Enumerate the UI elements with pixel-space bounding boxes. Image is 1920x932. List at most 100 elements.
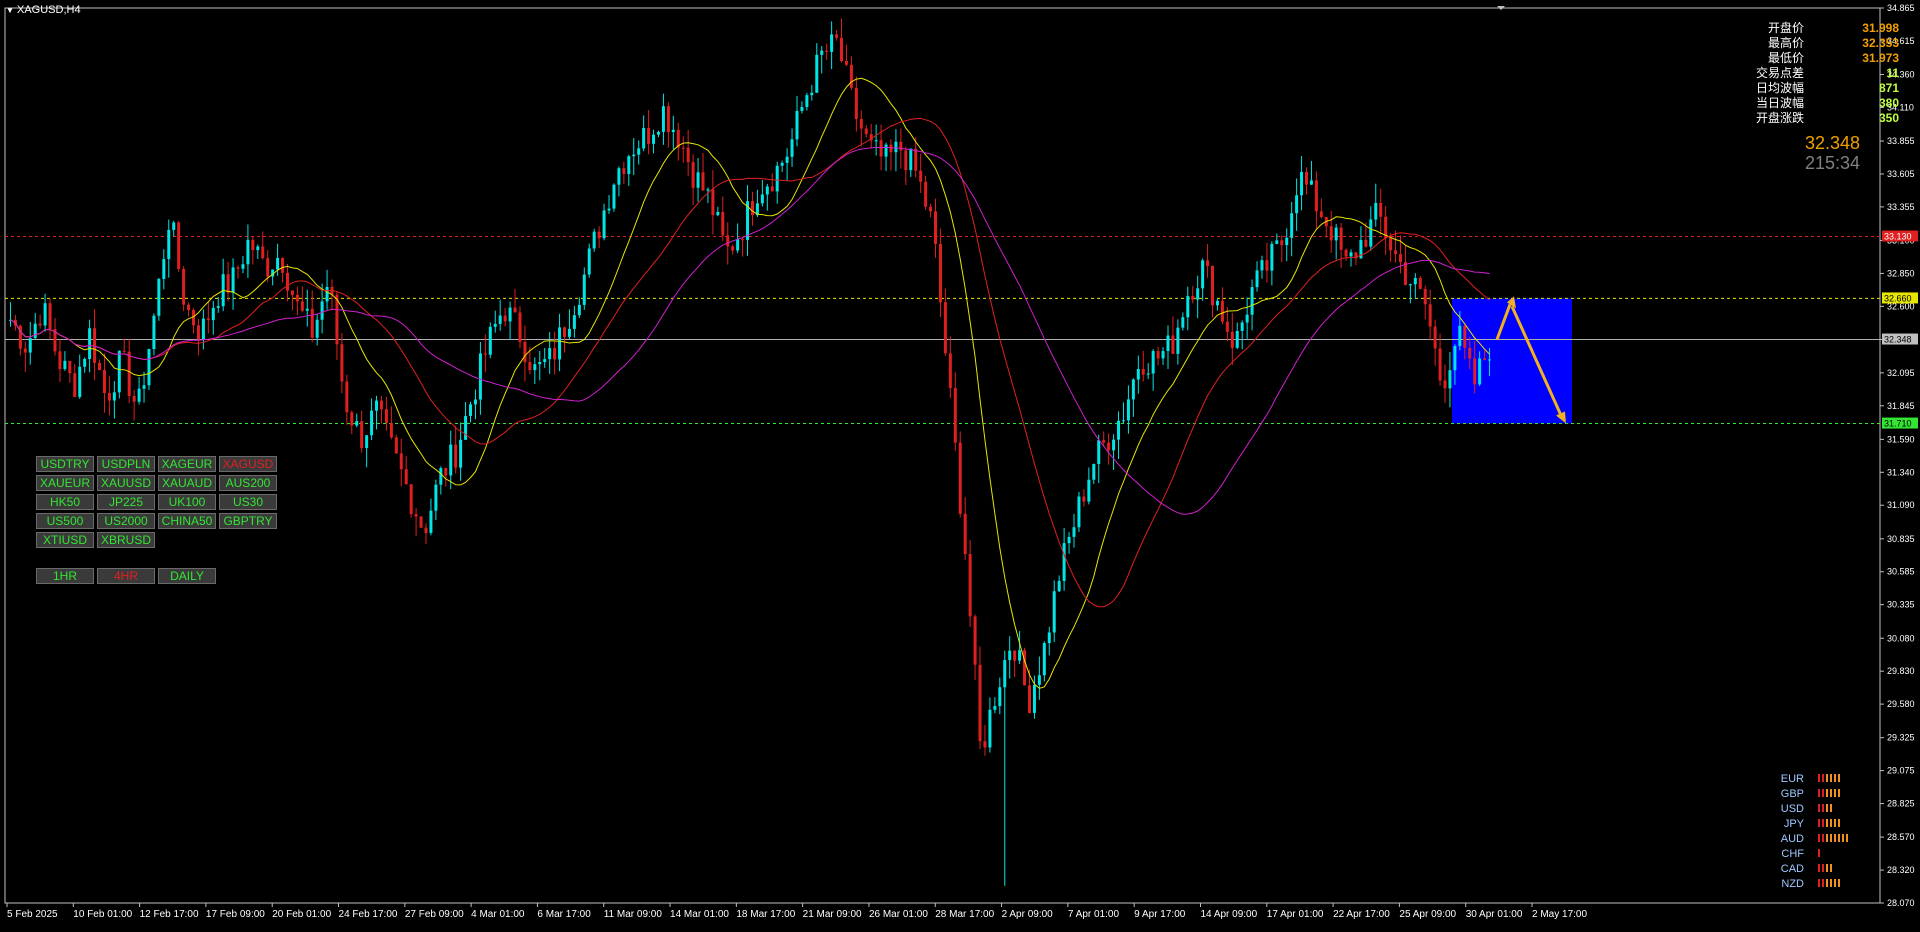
symbol-button-uk100[interactable]: UK100 (158, 494, 216, 510)
candle-body (177, 222, 181, 269)
candle-body (765, 186, 769, 195)
y-tick-label: 29.325 (1887, 733, 1915, 743)
y-tick-label: 29.580 (1887, 699, 1915, 709)
strength-bar (1826, 819, 1828, 827)
timeframe-button-daily[interactable]: DAILY (158, 568, 216, 584)
strength-bar (1826, 774, 1828, 782)
chart-window[interactable]: 34.865 34.615 34.360 34.110 33.855 33.605 33.3… (0, 0, 1920, 927)
symbol-button-jp225[interactable]: JP225 (97, 494, 155, 510)
candle-body (355, 421, 359, 426)
info-value: 350 (1878, 111, 1899, 125)
candle-body (750, 201, 754, 216)
info-value: 871 (1878, 81, 1899, 95)
x-tick-label: 5 Feb 2025 (7, 909, 58, 920)
candle-body (147, 348, 151, 386)
candle-body (1260, 260, 1264, 271)
symbol-button-xtiusd[interactable]: XTIUSD (36, 532, 94, 548)
timeframe-button-1hr[interactable]: 1HR (36, 568, 94, 584)
symbol-button-xauusd[interactable]: XAUUSD (97, 475, 155, 491)
candle-body (399, 453, 403, 470)
current-price-display: 32.348 (1804, 133, 1860, 153)
candle-body (1146, 373, 1150, 375)
moving-average-line (10, 117, 1490, 608)
symbol-button-usdpln[interactable]: USDPLN (97, 456, 155, 472)
strength-bar (1822, 864, 1824, 872)
candle-body (478, 353, 482, 400)
strength-bars (1818, 847, 1822, 861)
symbol-button-aus200[interactable]: AUS200 (219, 475, 277, 491)
strength-bars (1818, 862, 1834, 876)
candle-body (934, 211, 937, 244)
strength-bar (1834, 879, 1836, 887)
info-label: 开盘涨跌 (1755, 111, 1804, 125)
candle-body (375, 400, 379, 411)
info-value: 31.998 (1862, 21, 1899, 35)
strength-bar (1842, 834, 1844, 842)
candle-body (48, 303, 52, 330)
candle-body (993, 706, 997, 710)
symbol-button-xagusd[interactable]: XAGUSD (219, 456, 277, 472)
y-tick-label: 30.835 (1887, 534, 1915, 544)
symbol-button-xaueur[interactable]: XAUEUR (36, 475, 94, 491)
symbol-button-china50[interactable]: CHINA50 (158, 513, 216, 529)
candle-body (1458, 325, 1462, 347)
candle-body (1344, 249, 1348, 257)
candle-body (1151, 351, 1155, 374)
strength-bar (1822, 834, 1824, 842)
symbol-button-hk50[interactable]: HK50 (36, 494, 94, 510)
candle-body (983, 741, 987, 748)
symbol-timeframe-label: XAGUSD,H4 (16, 4, 81, 16)
candle-body (548, 348, 552, 360)
candle-body (656, 131, 660, 135)
candle-body (117, 350, 121, 393)
candle-body (236, 267, 240, 269)
symbol-button-xbrusd[interactable]: XBRUSD (97, 532, 155, 548)
candle-body (671, 129, 675, 133)
info-label: 最高价 (1767, 36, 1804, 50)
symbol-button-xageur[interactable]: XAGEUR (158, 456, 216, 472)
candle-body (1225, 321, 1229, 332)
candle-body (276, 257, 280, 270)
candle-body (157, 278, 161, 316)
strength-bars (1818, 817, 1842, 831)
candle-body (211, 307, 215, 321)
candle-body (642, 128, 646, 149)
candle-body (686, 147, 690, 163)
candle-body (464, 415, 468, 440)
symbol-button-gbptry[interactable]: GBPTRY (219, 513, 277, 529)
candle-body (711, 189, 715, 216)
symbol-button-us2000[interactable]: US2000 (97, 513, 155, 529)
candle-body (859, 118, 863, 129)
symbol-button-usdtry[interactable]: USDTRY (36, 456, 94, 472)
info-label: 开盘价 (1767, 21, 1804, 35)
symbol-button-us500[interactable]: US500 (36, 513, 94, 529)
candle-body (384, 409, 388, 423)
symbol-button-xauaud[interactable]: XAUAUD (158, 475, 216, 491)
candle-body (1334, 227, 1338, 241)
candle-body (310, 308, 314, 338)
candle-body (1161, 351, 1165, 359)
candle-body (132, 395, 136, 402)
candle-body (93, 328, 97, 363)
y-tick-label: 32.095 (1887, 368, 1915, 378)
candle-body (1131, 379, 1135, 400)
dropdown-icon[interactable]: ▼ (6, 6, 14, 15)
x-tick-label: 20 Feb 01:00 (272, 909, 331, 920)
price-chart[interactable]: 34.86534.61534.36034.11033.85533.60533.3… (0, 0, 1920, 927)
candle-body (335, 294, 339, 345)
timeframe-button-4hr[interactable]: 4HR (97, 568, 155, 584)
candle-body (543, 359, 547, 362)
candle-body (281, 257, 285, 273)
symbol-button-us30[interactable]: US30 (219, 494, 277, 510)
candle-body (790, 139, 794, 157)
candle-body (1305, 172, 1308, 185)
currency-label: JPY (1783, 818, 1804, 830)
candle-body (854, 87, 858, 119)
candle-body (998, 687, 1002, 707)
candle-body (1156, 351, 1160, 359)
candle-body (226, 274, 230, 293)
candle-body (1240, 322, 1244, 331)
candle-body (577, 304, 581, 316)
strength-bar (1830, 864, 1832, 872)
candle-body (1428, 304, 1432, 327)
